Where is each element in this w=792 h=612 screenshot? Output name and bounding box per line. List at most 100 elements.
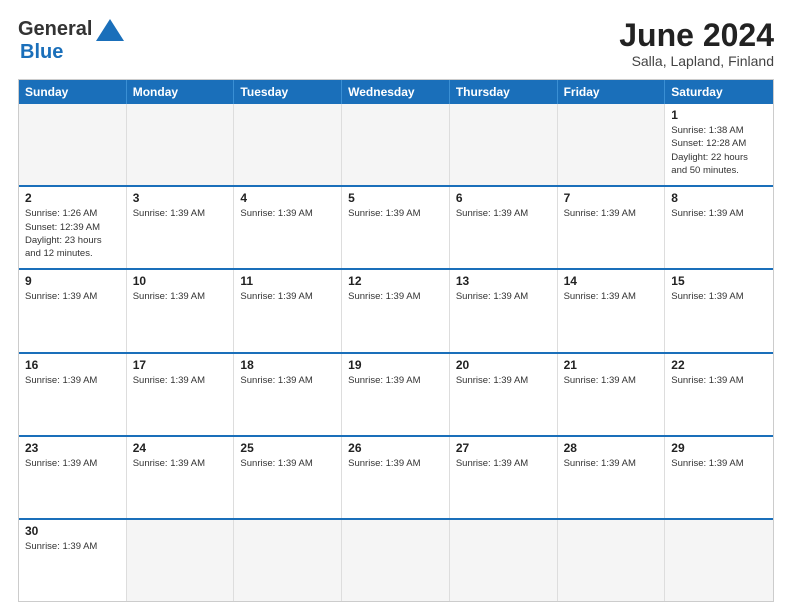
- calendar-header: SundayMondayTuesdayWednesdayThursdayFrid…: [19, 80, 773, 104]
- day-number: 2: [25, 191, 120, 205]
- cell-info: Sunrise: 1:39 AM: [240, 207, 335, 220]
- cal-cell: [665, 520, 773, 601]
- cell-info: Sunrise: 1:39 AM: [671, 457, 767, 470]
- cal-row-4: 23Sunrise: 1:39 AM24Sunrise: 1:39 AM25Su…: [19, 435, 773, 518]
- day-number: 8: [671, 191, 767, 205]
- day-number: 17: [133, 358, 228, 372]
- cal-cell: 6Sunrise: 1:39 AM: [450, 187, 558, 268]
- cell-info: Sunrise: 1:39 AM: [25, 457, 120, 470]
- day-number: 5: [348, 191, 443, 205]
- cal-cell: 24Sunrise: 1:39 AM: [127, 437, 235, 518]
- cal-cell: 19 Sunrise: 1:39 AM: [342, 354, 450, 435]
- logo-general: General: [18, 18, 92, 41]
- day-number: 27: [456, 441, 551, 455]
- cal-cell: 1 Sunrise: 1:38 AM Sunset: 12:28 AM Dayli…: [665, 104, 773, 185]
- calendar: SundayMondayTuesdayWednesdayThursdayFrid…: [18, 79, 774, 602]
- cell-info: Sunrise: 1:39 AM: [564, 207, 659, 220]
- day-number: 24: [133, 441, 228, 455]
- cell-info: Sunrise: 1:39 AM: [348, 374, 443, 387]
- cell-info: Sunrise: 1:39 AM: [240, 374, 335, 387]
- cal-cell: [558, 520, 666, 601]
- page: General Blue June 2024 Salla, Lapland, F…: [0, 0, 792, 612]
- cal-header-saturday: Saturday: [665, 80, 773, 104]
- cell-info: Sunrise: 1:39 AM: [671, 290, 767, 303]
- cal-row-1: 2 Sunrise: 1:26 AM Sunset: 12:39 AM Dayli…: [19, 185, 773, 268]
- cal-cell: 3 Sunrise: 1:39 AM: [127, 187, 235, 268]
- day-number: 11: [240, 274, 335, 288]
- logo-icon: [96, 19, 124, 41]
- cal-cell: [19, 104, 127, 185]
- cell-info: Sunrise: 1:39 AM: [25, 374, 120, 387]
- cal-header-sunday: Sunday: [19, 80, 127, 104]
- day-number: 12: [348, 274, 443, 288]
- cal-header-friday: Friday: [558, 80, 666, 104]
- cell-info: Sunrise: 1:39 AM: [348, 290, 443, 303]
- cell-info: Sunrise: 1:39 AM: [456, 290, 551, 303]
- day-number: 15: [671, 274, 767, 288]
- cell-info: Sunrise: 1:26 AM Sunset: 12:39 AM Daylig…: [25, 207, 120, 260]
- day-number: 26: [348, 441, 443, 455]
- cell-info: Sunrise: 1:39 AM: [133, 374, 228, 387]
- cal-cell: 14 Sunrise: 1:39 AM: [558, 270, 666, 351]
- cell-info: Sunrise: 1:39 AM: [348, 457, 443, 470]
- cal-cell: 18Sunrise: 1:39 AM: [234, 354, 342, 435]
- cal-cell: 23Sunrise: 1:39 AM: [19, 437, 127, 518]
- cell-info: Sunrise: 1:39 AM: [671, 207, 767, 220]
- cal-cell: 12 Sunrise: 1:39 AM: [342, 270, 450, 351]
- day-number: 13: [456, 274, 551, 288]
- day-number: 14: [564, 274, 659, 288]
- cell-info: Sunrise: 1:39 AM: [564, 290, 659, 303]
- cal-cell: 27Sunrise: 1:39 AM: [450, 437, 558, 518]
- day-number: 7: [564, 191, 659, 205]
- cell-info: Sunrise: 1:39 AM: [456, 374, 551, 387]
- cal-cell: 28Sunrise: 1:39 AM: [558, 437, 666, 518]
- day-number: 19: [348, 358, 443, 372]
- calendar-body: 1 Sunrise: 1:38 AM Sunset: 12:28 AM Dayli…: [19, 104, 773, 601]
- cal-cell: 8 Sunrise: 1:39 AM: [665, 187, 773, 268]
- cal-header-thursday: Thursday: [450, 80, 558, 104]
- cell-info: Sunrise: 1:39 AM: [25, 290, 120, 303]
- cell-info: Sunrise: 1:39 AM: [671, 374, 767, 387]
- cal-cell: 11 Sunrise: 1:39 AM: [234, 270, 342, 351]
- day-number: 6: [456, 191, 551, 205]
- cal-cell: [234, 104, 342, 185]
- cal-cell: 4Sunrise: 1:39 AM: [234, 187, 342, 268]
- cal-row-2: 9Sunrise: 1:39 AM10Sunrise: 1:39 AM11Sun…: [19, 268, 773, 351]
- cell-info: Sunrise: 1:39 AM: [564, 457, 659, 470]
- cal-cell: [127, 520, 235, 601]
- logo-text: General: [18, 18, 124, 41]
- cell-info: Sunrise: 1:38 AM Sunset: 12:28 AM Daylig…: [671, 124, 767, 177]
- day-number: 16: [25, 358, 120, 372]
- cell-info: Sunrise: 1:39 AM: [25, 540, 120, 553]
- cal-cell: 21 Sunrise: 1:39 AM: [558, 354, 666, 435]
- cal-cell: 20 Sunrise: 1:39 AM: [450, 354, 558, 435]
- cell-info: Sunrise: 1:39 AM: [348, 207, 443, 220]
- day-number: 20: [456, 358, 551, 372]
- logo-blue-text: Blue: [20, 41, 63, 63]
- cal-cell: 17 Sunrise: 1:39 AM: [127, 354, 235, 435]
- logo: General Blue: [18, 18, 124, 64]
- cell-info: Sunrise: 1:39 AM: [564, 374, 659, 387]
- cal-cell: 13 Sunrise: 1:39 AM: [450, 270, 558, 351]
- day-number: 29: [671, 441, 767, 455]
- day-number: 1: [671, 108, 767, 122]
- day-number: 25: [240, 441, 335, 455]
- day-number: 3: [133, 191, 228, 205]
- cell-info: Sunrise: 1:39 AM: [240, 290, 335, 303]
- cell-info: Sunrise: 1:39 AM: [133, 207, 228, 220]
- day-number: 10: [133, 274, 228, 288]
- header: General Blue June 2024 Salla, Lapland, F…: [18, 18, 774, 69]
- cal-cell: 5 Sunrise: 1:39 AM: [342, 187, 450, 268]
- cal-cell: 26 Sunrise: 1:39 AM: [342, 437, 450, 518]
- cal-cell: 22Sunrise: 1:39 AM: [665, 354, 773, 435]
- cal-cell: 25Sunrise: 1:39 AM: [234, 437, 342, 518]
- cal-cell: [342, 104, 450, 185]
- cal-cell: [234, 520, 342, 601]
- location-label: Salla, Lapland, Finland: [619, 53, 774, 69]
- cal-header-wednesday: Wednesday: [342, 80, 450, 104]
- cal-cell: [127, 104, 235, 185]
- cal-cell: 15 Sunrise: 1:39 AM: [665, 270, 773, 351]
- cal-cell: [450, 104, 558, 185]
- cal-row-3: 16Sunrise: 1:39 AM17Sunrise: 1:39 AM18Su…: [19, 352, 773, 435]
- day-number: 21: [564, 358, 659, 372]
